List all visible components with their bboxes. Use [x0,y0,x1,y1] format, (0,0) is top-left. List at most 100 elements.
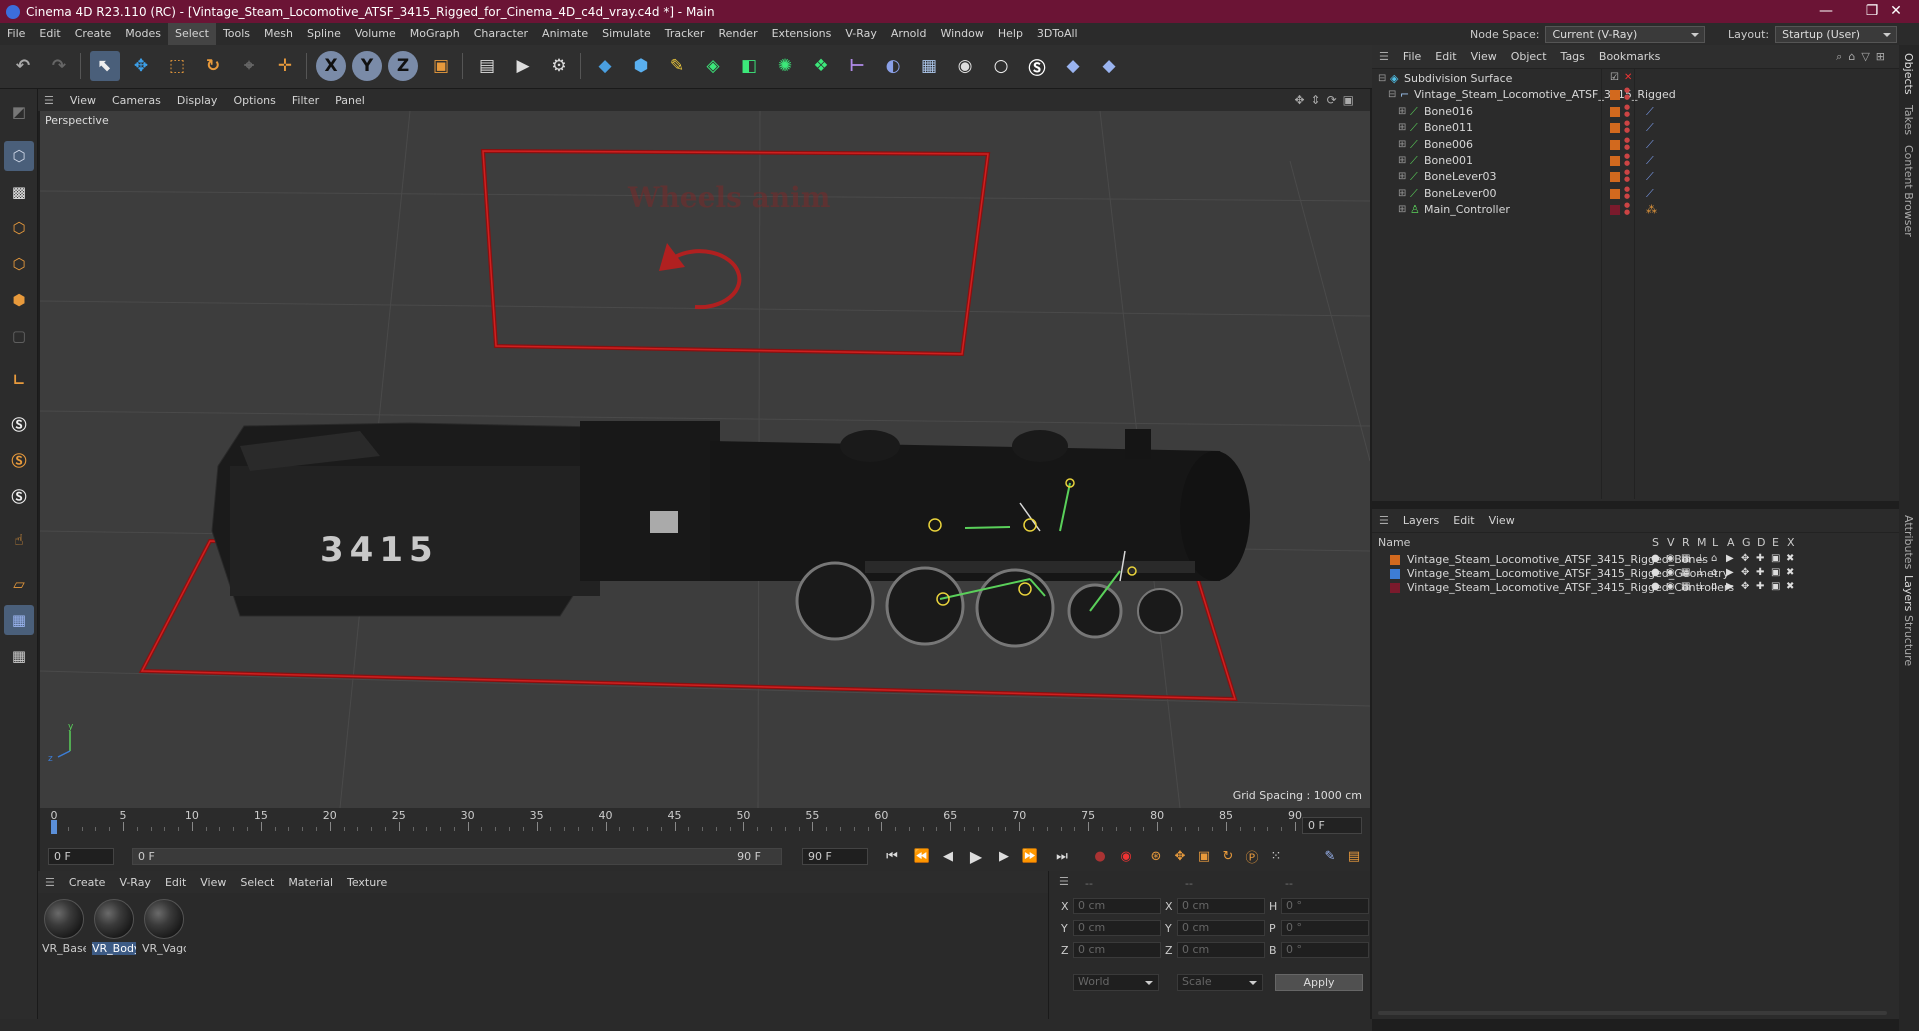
menu-arnold[interactable]: Arnold [884,23,934,45]
node-space-dropdown[interactable]: Current (V-Ray) [1545,25,1706,43]
menu-mesh[interactable]: Mesh [257,23,300,45]
material-swatch[interactable]: VR_Body [92,899,136,955]
layer-flag-header[interactable]: X [1787,536,1795,549]
move-icon[interactable]: ✥ [126,51,156,81]
expand-icon[interactable]: ⊞ [1398,155,1406,166]
coord-field[interactable]: 0 ° [1281,942,1369,958]
coord-field[interactable]: 0 cm [1177,920,1265,936]
layer-xref-icon[interactable]: ✖ [1786,567,1794,578]
layer-solo-icon[interactable]: ● [1651,567,1660,578]
object-row[interactable]: ⊞ ⟋ Bone011 ● ● ⟋ [1372,120,1899,136]
layer-flag-header[interactable]: L [1712,536,1718,549]
obj-menu-bookmarks[interactable]: Bookmarks [1592,50,1667,63]
coord-field[interactable]: 0 cm [1177,942,1265,958]
menu-tracker[interactable]: Tracker [658,23,712,45]
menu-tools[interactable]: Tools [216,23,257,45]
viewport-menu-filter[interactable]: Filter [284,94,327,107]
subdivision-icon[interactable]: ◈ [698,51,728,81]
layer-lock-icon[interactable]: ⌂ [1711,553,1717,564]
current-frame-field[interactable]: 0 F [1302,817,1362,834]
expand-icon[interactable]: ⊟ [1378,73,1386,84]
pen-spline-icon[interactable]: ✎ [662,51,692,81]
layer-menu-edit[interactable]: Edit [1446,514,1481,527]
layer-animation-icon[interactable]: ▶ [1726,581,1734,592]
layer-visible-icon[interactable]: ◉ [1666,567,1675,578]
menu-extensions[interactable]: Extensions [765,23,839,45]
material-swatch[interactable]: VR_Vagc [142,899,186,955]
tab-layers[interactable]: Layers [1902,575,1915,611]
layer-flag-header[interactable]: S [1652,536,1659,549]
key-pla-icon[interactable]: ⁙ [1266,846,1286,866]
layer-render-icon[interactable]: ▦ [1681,567,1690,578]
timeline-icon[interactable]: ▤ [1344,846,1364,866]
key-rotation-icon[interactable]: ↻ [1218,846,1238,866]
live-selection-icon[interactable]: ⬉ [90,51,120,81]
locked-workplane-icon[interactable]: ▦ [4,641,34,671]
autokey-icon[interactable]: ◉ [1116,846,1136,866]
object-manager-tools-icons[interactable]: ⌕⌂▽⊞ [1836,50,1891,64]
ik-tag-icon[interactable]: ⟋ [1646,121,1654,135]
tweak-icon[interactable]: ☝ [4,525,34,555]
visibility-dots-icon[interactable]: ● ● [1624,120,1630,134]
visibility-dots-icon[interactable]: ● ● [1624,87,1630,101]
apply-button[interactable]: Apply [1275,974,1363,991]
menu-spline[interactable]: Spline [300,23,348,45]
undo-icon[interactable]: ↶ [8,51,38,81]
layer-render-icon[interactable]: ▦ [1681,553,1690,564]
tab-content-browser[interactable]: Content Browser [1902,145,1915,237]
minimize-icon[interactable]: — [1803,0,1849,23]
viewport-nav-icons[interactable]: ✥⇕⟳▣ [1294,93,1360,107]
expand-icon[interactable]: ⊞ [1398,204,1406,215]
layer-expression-icon[interactable]: ▣ [1771,553,1780,564]
layer-color-swatch[interactable] [1610,172,1620,183]
layer-row[interactable]: Vintage_Steam_Locomotive_ATSF_3415_Rigge… [1372,581,1899,595]
tag-icon[interactable]: ⁂ [1646,203,1657,216]
key-scale-icon[interactable]: ▣ [1194,846,1214,866]
objects-hamburger-icon[interactable]: ☰ [1372,50,1396,63]
mat-menu-texture[interactable]: Texture [340,876,394,889]
object-row[interactable]: ⊞ ⟋ Bone016 ● ● ⟋ [1372,103,1899,120]
menu-modes[interactable]: Modes [118,23,168,45]
transform-icon[interactable]: ⌖ [234,51,264,81]
place-icon[interactable]: ✛ [270,51,300,81]
layer-expression-icon[interactable]: ▣ [1771,567,1780,578]
menu-edit[interactable]: Edit [32,23,67,45]
prev-key-icon[interactable]: ⏪ [912,846,932,866]
expand-icon[interactable]: ⊟ [1388,89,1396,100]
layer-color-swatch[interactable] [1610,90,1620,101]
mograph-icon[interactable]: ❖ [806,51,836,81]
snap-icon[interactable]: Ⓢ [4,409,34,439]
layer-generator-icon[interactable]: ✥ [1741,553,1749,564]
coords-hamburger-icon[interactable]: ☰ [1059,875,1069,888]
layer-visible-icon[interactable]: ◉ [1666,581,1675,592]
layer-color-swatch[interactable] [1390,583,1400,593]
python-script-icon[interactable]: ◆ [1058,51,1088,81]
rotate-icon[interactable]: ↻ [198,51,228,81]
redo-icon[interactable]: ↷ [44,51,74,81]
visibility-dots-icon[interactable]: ● ● [1624,185,1630,200]
python-icon[interactable]: ◆ [590,51,620,81]
material-swatch[interactable]: VR_Base [42,899,86,955]
coord-space-dropdown[interactable]: World [1073,974,1159,991]
visibility-dots-icon[interactable]: ● ● [1624,169,1630,183]
polygons-mode-icon[interactable]: ⬢ [4,285,34,315]
column-divider[interactable] [1634,69,1635,499]
floor-icon[interactable]: ▦ [914,51,944,81]
render-settings-icon[interactable]: ⚙ [544,51,574,81]
key-param-icon[interactable]: Ⓟ [1242,846,1262,866]
obj-menu-file[interactable]: File [1396,50,1428,63]
enable-check-icon[interactable]: ☑ [1610,72,1619,83]
layer-flag-header[interactable]: V [1667,536,1675,549]
layer-solo-icon[interactable]: ● [1651,581,1660,592]
axis-z-button[interactable]: Z [388,51,418,81]
menu-window[interactable]: Window [933,23,990,45]
points-mode-icon[interactable]: ⬡ [4,213,34,243]
menu-simulate[interactable]: Simulate [595,23,658,45]
visibility-dots-icon[interactable]: ● ● [1624,136,1630,151]
coord-field[interactable]: 0 cm [1073,942,1161,958]
layer-color-swatch[interactable] [1390,555,1400,565]
ik-tag-icon[interactable]: ⟋ [1646,187,1654,201]
scale-icon[interactable]: ⬚ [162,51,192,81]
object-row[interactable]: ⊞ ⟋ BoneLever03 ● ● ⟋ [1372,169,1899,185]
object-row[interactable]: ⊞ ⟋ BoneLever00 ● ● ⟋ [1372,185,1899,202]
